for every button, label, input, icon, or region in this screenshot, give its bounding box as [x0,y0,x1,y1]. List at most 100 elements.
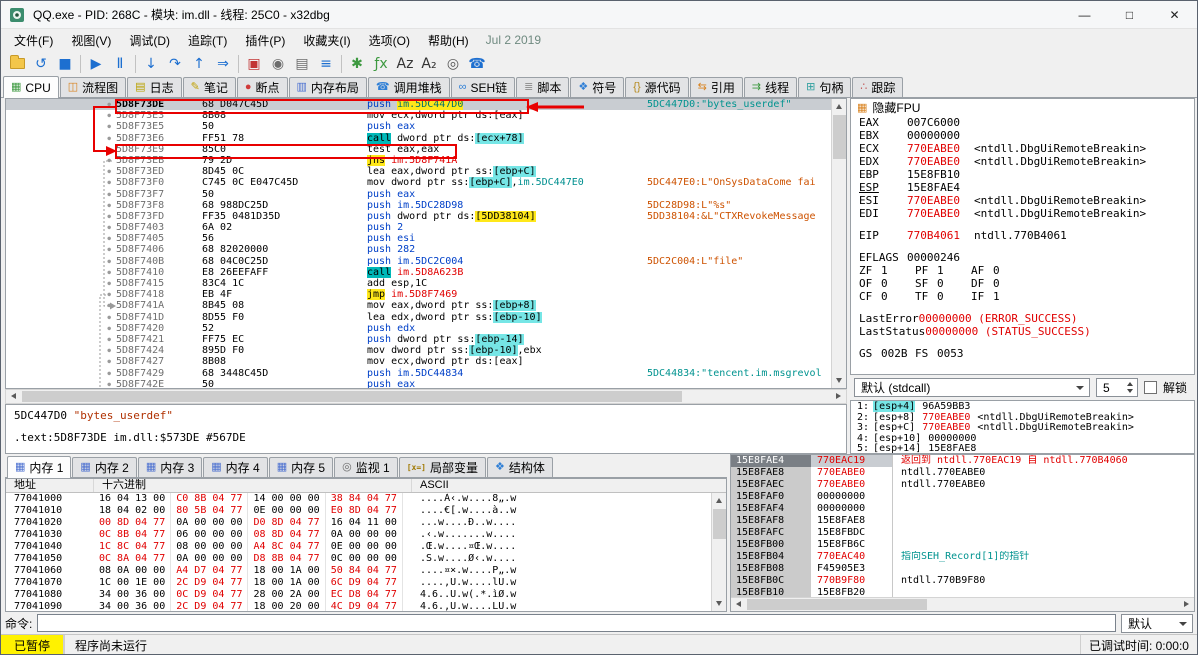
scroll-right-arrow[interactable] [1179,598,1194,611]
tab-trace[interactable]: ∴ 跟踪 [852,77,904,97]
disasm-row[interactable]: ● 5D8F73F0 C745 0C E047C45D mov dword ptr s… [6,177,831,189]
tab-memory-2[interactable]: ▦ 内存 2 [72,457,137,477]
disasm-vscrollbar[interactable] [831,99,846,388]
menu-item-debug[interactable]: 调试(D) [120,30,179,51]
disasm-row[interactable]: ● 5D8F73E3 8B08 mov ecx,dword ptr ds:[eax] [6,110,831,121]
disasm-row[interactable]: ● 5D8F7403 6A 02 push 2 [6,222,831,233]
tab-locals[interactable]: [x=] 局部变量 [398,457,487,477]
register-row[interactable]: LastStatus00000000 (STATUS_SUCCESS) [851,325,1194,338]
stack-row[interactable]: 15E8FB00 15E8FB6C [731,539,1194,551]
dump-row[interactable]: 77041080 34 00 36 00 0C D9 04 77 28 00 2A 0… [6,589,711,601]
disasm-row[interactable]: ● 5D8F7421 FF75 EC push dword ptr ss:[ebp-1… [6,333,831,345]
minimize-button[interactable]: — [1062,1,1107,28]
disasm-row[interactable]: ● 5D8F7406 68 82020000 push 282 [6,244,831,255]
disasm-hscrollbar[interactable] [5,389,847,404]
stack-hscrollbar[interactable] [731,597,1194,611]
maximize-button[interactable]: □ [1107,1,1152,28]
disasm-row[interactable]: ● 5D8F73FD FF35 0481D35D push dword ptr ds:… [6,210,831,222]
font-button[interactable]: A₂ [417,53,441,75]
tab-symbols[interactable]: ❖ 符号 [570,77,625,97]
dump-row[interactable]: 77041000 16 04 13 00 C0 8B 04 77 14 00 00 0… [6,493,711,505]
disasm-row[interactable]: ● 5D8F7427 8B08 mov ecx,dword ptr ds:[eax] [6,356,831,367]
disasm-row[interactable]: ● 5D8F73ED 8D45 0C lea eax,dword ptr ss:[eb… [6,166,831,178]
memory-map-button[interactable]: ▤ [290,53,314,75]
disasm-row[interactable]: ● 5D8F73E9 85C0 test eax,eax [6,144,831,155]
disasm-row[interactable]: ● 5D8F73F8 68 988DC25D push im.5DC28D98 5DC2… [6,200,831,211]
scroll-up-arrow[interactable] [712,493,726,508]
assemble-button[interactable]: Az [393,53,417,75]
scrollbar-thumb[interactable] [833,115,846,159]
register-row[interactable]: GS 002B FS 0053 [851,347,1194,360]
register-row[interactable]: OF 0 SF 0 DF 0 [851,277,1194,290]
tab-seh[interactable]: ∞ SEH链 [450,77,516,97]
dump-row[interactable]: 77041060 08 0A 00 00 A4 D7 04 77 18 00 1A 0… [6,565,711,577]
disasm-row[interactable]: ● 5D8F740B 68 04C0C25D push im.5DC2C004 5DC2… [6,256,831,267]
close-button[interactable]: ✕ [1152,1,1197,28]
step-into-button[interactable]: ↓ [139,53,163,75]
disasm-row[interactable]: ● 5D8F7418 EB 4F jmp im.5D8F7469 [6,289,831,301]
argument-count-spinner[interactable]: 5 [1096,378,1138,397]
argument-row[interactable]: 5: [esp+14] 15E8FAE8 [851,443,1194,453]
disassembly-pane[interactable]: ● 5D8F73DE 68 D047C45D push im.5DC447D0 5DC4… [5,98,847,389]
stack-row[interactable]: 15E8FAFC 15E8FBDC [731,527,1194,539]
step-out-button[interactable]: ↑ [187,53,211,75]
scylla-button[interactable]: ◎ [441,53,465,75]
disasm-row[interactable]: ● 5D8F73DE 68 D047C45D push im.5DC447D0 5DC4… [6,99,831,111]
scrollbar-thumb[interactable] [22,391,682,402]
scroll-down-arrow[interactable] [712,596,726,611]
command-input[interactable] [37,614,1116,632]
stack-row[interactable]: 15E8FAE4 770EAC19 返回到 ntdll.770EAC19 自 ntd… [731,455,1194,467]
dump-pane[interactable]: 地址 十六进制 ASCII 77041000 16 04 13 00 C0 8B 0… [5,478,727,612]
tab-script[interactable]: ≣ 脚本 [516,77,570,97]
tab-watch-1[interactable]: ◎ 监视 1 [334,457,398,477]
scrollbar-thumb[interactable] [747,599,927,610]
call-stack-button[interactable]: ☎ [465,53,489,75]
preferences-button[interactable]: ✱ [345,53,369,75]
tab-memory-3[interactable]: ▦ 内存 3 [137,457,203,477]
tab-references[interactable]: ⇆ 引用 [689,77,743,97]
tab-notes[interactable]: ✎ 笔记 [182,77,236,97]
tab-memory-map[interactable]: ▥ 内存布局 [288,77,367,97]
disasm-row[interactable]: ● 5D8F7420 52 push edx [6,323,831,334]
dump-row[interactable]: 77041020 00 8D 04 77 0A 00 00 00 D0 8D 04 7… [6,517,711,529]
register-row[interactable]: CF 0 TF 0 IF 1 [851,290,1194,303]
open-file-button[interactable] [5,53,29,75]
disasm-row[interactable]: ● 5D8F7410 E8 26EEFAFF call im.5D8A623B [6,266,831,278]
tab-memory-5[interactable]: ▦ 内存 5 [268,457,334,477]
menu-item-options[interactable]: 选项(O) [360,30,419,51]
stack-row[interactable]: 15E8FB0C 770B9F80 ntdll.770B9F80 [731,575,1194,587]
tab-call-stack[interactable]: ☎ 调用堆栈 [367,77,450,97]
disasm-row[interactable]: ● 5D8F742E 50 push eax [6,379,831,388]
register-row[interactable]: EBX 00000000 [851,129,1194,142]
hide-fpu-button[interactable]: ▦ 隐藏FPU [851,99,1194,116]
trace-record-button[interactable]: ◉ [266,53,290,75]
tab-log[interactable]: ▤ 日志 [127,77,182,97]
register-row[interactable]: EIP 770B4061 ntdll.770B4061 [851,229,1194,242]
tab-source[interactable]: {} 源代码 [625,77,689,97]
disasm-row[interactable]: ● 5D8F73E5 50 push eax [6,121,831,132]
register-row[interactable]: ESI 770EABE0 <ntdll.DbgUiRemoteBreakin> [851,194,1194,207]
tab-threads[interactable]: ⇉ 线程 [743,77,798,97]
scroll-right-arrow[interactable] [831,390,846,403]
dump-row[interactable]: 77041090 34 00 36 00 2C D9 04 77 18 00 20 0… [6,601,711,611]
register-row[interactable]: ZF 1 PF 1 AF 0 [851,264,1194,277]
breakpoints-button[interactable]: ▣ [242,53,266,75]
menu-item-file[interactable]: 文件(F) [5,30,62,51]
stack-pane[interactable]: 15E8FAE4 770EAC19 返回到 ntdll.770EAC19 自 ntd… [730,454,1195,612]
stack-row[interactable]: 15E8FB04 770EAC40 指向SEH_Record[1]的指针 [731,551,1194,563]
register-row[interactable]: EDI 770EABE0 <ntdll.DbgUiRemoteBreakin> [851,207,1194,220]
tab-memory-1[interactable]: ▦ 内存 1 [7,456,72,478]
tab-breakpoints[interactable]: ● 断点 [236,77,288,97]
stack-row[interactable]: 15E8FB08 F45905E3 [731,563,1194,575]
disasm-row[interactable]: ● 5D8F741D 8D55 F0 lea edx,dword ptr ss:[eb… [6,311,831,323]
menu-item-trace[interactable]: 追踪(T) [179,30,236,51]
register-row[interactable]: EFLAGS 00000246 [851,251,1194,264]
pause-button[interactable]: Ⅱ [108,53,132,75]
scroll-left-arrow[interactable] [731,598,746,611]
dump-row[interactable]: 77041040 1C 8C 04 77 08 00 00 00 A4 8C 04 7… [6,541,711,553]
run-to-cursor-button[interactable]: ⇒ [211,53,235,75]
scroll-down-arrow[interactable] [832,373,846,388]
restart-button[interactable]: ↺ [29,53,53,75]
tab-handles[interactable]: ⊞ 句柄 [798,77,852,97]
disasm-row[interactable]: ● 5D8F7415 83C4 1C add esp,1C [6,278,831,289]
